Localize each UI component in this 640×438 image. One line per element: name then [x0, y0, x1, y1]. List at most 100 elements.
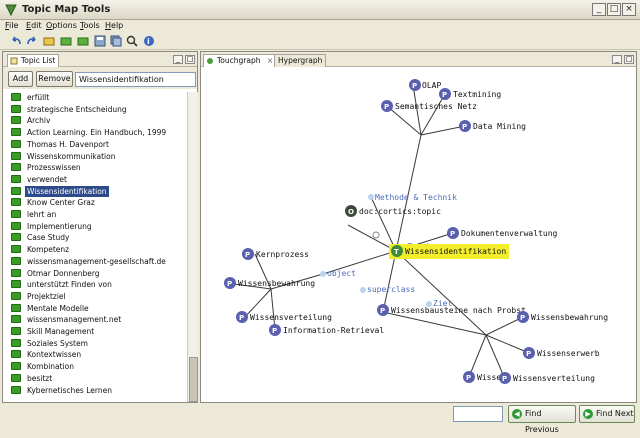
list-item[interactable]: Implementierung [6, 221, 186, 232]
list-item[interactable]: strategische Entscheidung [6, 104, 186, 115]
graph-node-wissensverteilung-left[interactable]: P Wissensverteilung [236, 311, 332, 323]
list-item-label: Otmar Donnenberg [27, 268, 100, 278]
list-item[interactable]: Kontextwissen [6, 349, 186, 360]
open-folder-icon[interactable] [43, 35, 55, 47]
graph-node-wisse[interactable]: P Wisse [463, 371, 501, 383]
toolbar: i [0, 34, 640, 50]
maximize-button[interactable]: □ [607, 3, 621, 16]
topic-folder-icon [11, 174, 21, 183]
tab-touchgraph[interactable]: Touchgraph × [203, 54, 278, 67]
graph-node-wissensidentifikation[interactable]: T Wissensidentifikation [389, 244, 509, 259]
tab-topic-list[interactable]: Topic List [7, 54, 60, 67]
window-title: Topic Map Tools [22, 4, 111, 15]
topic-folder-icon [11, 233, 21, 242]
topic-folder-icon [11, 198, 21, 207]
graph-node-wissensbausteine[interactable]: P Wissensbausteine nach Probst [377, 304, 526, 316]
list-item[interactable]: lehrt an [6, 209, 186, 220]
graph-node-doc-cortics[interactable]: O doc:cortics:topic [345, 205, 441, 217]
find-input[interactable] [453, 406, 503, 422]
list-item[interactable]: Kombination [6, 361, 186, 372]
node-label: Wissenserwerb [537, 349, 600, 358]
help-icon[interactable]: i [143, 35, 155, 47]
list-item[interactable]: Kompetenz [6, 244, 186, 255]
add-button[interactable]: Add [8, 71, 33, 87]
list-item[interactable]: Wissensidentifikation [6, 185, 186, 197]
topic-folder-icon [11, 139, 21, 148]
find-icon[interactable] [126, 35, 138, 47]
save-all-icon[interactable] [110, 35, 122, 47]
graph-node-data-mining[interactable]: P Data Mining [459, 120, 526, 132]
menu-file[interactable]: File [5, 21, 18, 30]
graph-node-information-retrieval[interactable]: P Information-Retrieval [269, 324, 384, 336]
list-item-label: Projektziel [27, 291, 66, 301]
title-bar: Topic Map Tools _ □ × [0, 0, 640, 20]
list-item-label: wissensmanagement.net [27, 315, 122, 325]
topic-search-input[interactable]: Wissensidentifikation [75, 72, 196, 87]
graph-node-wissenserwerb[interactable]: P Wissenserwerb [523, 347, 600, 359]
menu-options[interactable]: Options [46, 21, 77, 30]
redo-icon[interactable] [26, 35, 38, 47]
graph-minimize-button[interactable]: _ [612, 55, 622, 64]
list-item[interactable]: Archiv [6, 115, 186, 126]
graph-node-wissensbewahrung-right[interactable]: P Wissensbewahrung [517, 311, 608, 323]
node-badge: P [245, 251, 250, 259]
list-item[interactable]: Know Center Graz [6, 197, 186, 208]
graph-node-olap[interactable]: P OLAP [409, 79, 441, 91]
menu-tools[interactable]: Tools [80, 21, 100, 30]
undo-icon[interactable] [10, 35, 22, 47]
save-icon[interactable] [94, 35, 106, 47]
list-item-label: strategische Entscheidung [27, 104, 127, 114]
tab-close-icon[interactable]: × [267, 56, 273, 65]
list-item-label: verwendet [27, 174, 67, 184]
topic-list-scrollbar[interactable] [187, 92, 198, 402]
list-item[interactable]: Thomas H. Davenport [6, 139, 186, 150]
graph-node-textmining[interactable]: P Textmining [439, 88, 501, 100]
find-previous-button[interactable]: ◀ Find Previous [508, 405, 576, 434]
panel-minimize-button[interactable]: _ [173, 55, 183, 64]
folder-icon[interactable] [77, 35, 89, 47]
touchgraph-canvas[interactable]: Methode & Technik object superclass Ziel… [201, 67, 636, 402]
list-item[interactable]: erfüllt [6, 92, 186, 103]
topic-folder-icon [11, 245, 21, 254]
list-item[interactable]: Action Learning. Ein Handbuch, 1999 [6, 127, 186, 138]
graph-node-wissensbewahrung-left[interactable]: P Wissensbewahrung [224, 277, 315, 289]
topic-controls: Add Remove Wissensidentifikation [3, 67, 197, 89]
close-button[interactable]: × [622, 3, 636, 16]
menu-help[interactable]: Help [105, 21, 123, 30]
graph-node-kernprozess[interactable]: P Kernprozess [242, 248, 309, 260]
list-item-label: Know Center Graz [27, 198, 95, 208]
find-previous-label: Find Previous [525, 409, 559, 434]
list-item[interactable]: Mentale Modelle [6, 303, 186, 314]
list-item[interactable]: wissensmanagement-gesellschaft.de [6, 256, 186, 267]
find-next-button[interactable]: ▶ Find Next [579, 405, 635, 423]
list-item[interactable]: Case Study [6, 232, 186, 243]
graph-node-wissensverteilung-right[interactable]: P Wissensverteilung [499, 372, 595, 384]
tab-hypergraph[interactable]: Hypergraph [274, 54, 327, 67]
graph-maximize-button[interactable]: □ [624, 55, 634, 64]
graph-node-semantisches-netz[interactable]: P Semantisches Netz [381, 100, 477, 112]
remove-button[interactable]: Remove [36, 71, 73, 87]
topic-folder-icon [11, 163, 21, 172]
list-item[interactable]: Skill Management [6, 326, 186, 337]
list-item[interactable]: unterstützt Finden von [6, 279, 186, 290]
list-item[interactable]: Wissenskommunikation [6, 151, 186, 162]
list-item[interactable]: Kybernetisches Lernen [6, 385, 186, 396]
list-item[interactable]: Otmar Donnenberg [6, 268, 186, 279]
node-badge: P [462, 123, 467, 131]
scrollbar-thumb[interactable] [189, 357, 198, 402]
list-item[interactable]: Prozesswissen [6, 162, 186, 173]
minimize-button[interactable]: _ [592, 3, 606, 16]
panel-maximize-button[interactable]: □ [185, 55, 195, 64]
list-item[interactable]: verwendet [6, 174, 186, 185]
list-item-label: Case Study [27, 233, 70, 243]
topic-folder-icon [11, 93, 21, 101]
node-badge: P [502, 375, 507, 383]
list-item[interactable]: besitzt [6, 373, 186, 384]
list-item[interactable]: Soziales System [6, 338, 186, 349]
list-item[interactable]: Projektziel [6, 291, 186, 302]
graph-node-dokumentenverwaltung[interactable]: P Dokumentenverwaltung [447, 227, 558, 239]
new-folder-icon[interactable] [60, 35, 72, 47]
node-badge: T [394, 248, 399, 256]
list-item[interactable]: wissensmanagement.net [6, 314, 186, 325]
menu-edit[interactable]: Edit [26, 21, 42, 30]
